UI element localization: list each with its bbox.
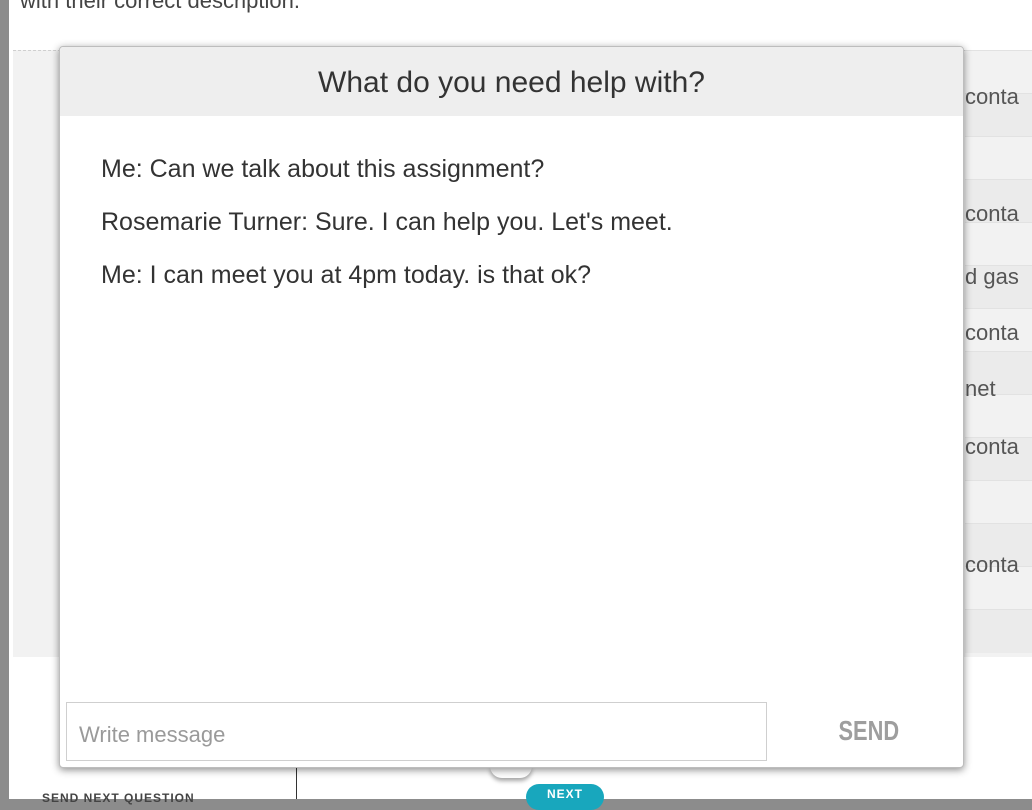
chat-message: Rosemarie Turner: Sure. I can help you. … [101, 208, 673, 236]
option-text: net [965, 376, 996, 401]
option-text: d gas [965, 264, 1019, 289]
option-text: conta [965, 434, 1019, 459]
message-input[interactable] [66, 702, 767, 761]
answer-options-column: conta conta d gas conta net conta conta [965, 50, 1032, 656]
option-text: conta [965, 84, 1019, 109]
footer-divider [296, 768, 297, 799]
chat-message: Me: Can we talk about this assignment? [101, 155, 545, 183]
option-text: conta [965, 320, 1019, 345]
instructions-text: with their correct description. [20, 0, 300, 13]
chat-message: Me: I can meet you at 4pm today. is that… [101, 261, 592, 289]
chat-title: What do you need help with? [60, 47, 963, 116]
footer-link[interactable]: SEND NEXT QUESTION [42, 791, 195, 805]
send-button[interactable]: SEND [834, 709, 899, 753]
option-text: conta [965, 201, 1019, 226]
message-list: Me: Can we talk about this assignment? R… [101, 143, 921, 302]
help-chat-popup: What do you need help with? Me: Can we t… [59, 46, 964, 768]
next-button[interactable]: NEXT [526, 784, 604, 810]
option-text: conta [965, 552, 1019, 577]
